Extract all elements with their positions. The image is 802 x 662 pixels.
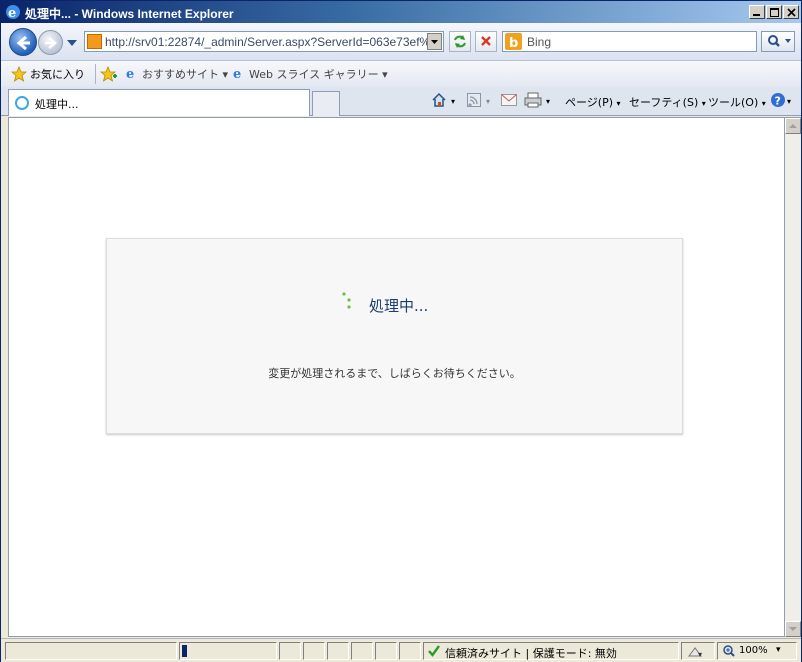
ie-window: e 処理中... - Windows Internet Explorer htt… [0,0,802,662]
processing-panel: 処理中... 変更が処理されるまで、しばらくお待ちください。 [106,238,683,434]
tools-menu-button[interactable]: ツール(O) ▾ [708,94,766,110]
status-pane [5,642,177,660]
home-dropdown-icon[interactable]: ▾ [451,97,455,106]
address-url[interactable]: http://srv01:22874/_admin/Server.aspx?Se… [105,35,427,49]
page-menu-button[interactable]: ページ(P) ▾ [565,94,621,110]
search-button[interactable] [761,31,795,52]
minimize-icon [753,14,760,16]
back-arrow-icon [16,35,30,51]
processing-message: 変更が処理されるまで、しばらくお待ちください。 [268,367,521,380]
svg-text:e: e [8,6,16,20]
status-pane [279,642,301,660]
stop-icon [481,36,491,46]
navigation-bar: http://srv01:22874/_admin/Server.aspx?Se… [1,23,801,61]
security-zone-text: 信頼済みサイト | 保護モード: 無効 [445,647,617,660]
minimize-button[interactable] [749,5,765,19]
refresh-icon [454,35,466,48]
zoom-level[interactable]: 100% [739,645,768,656]
svg-text:e: e [126,67,134,80]
svg-text:▾: ▾ [698,650,702,658]
processing-spinner-icon [342,292,351,309]
recent-pages-dropdown-icon[interactable] [67,40,77,46]
favorites-bar: お気に入り e おすすめサイト ▾ e Web スライス ギャラリー ▾ [1,61,801,87]
safety-menu-button[interactable]: セーフティ(S) ▾ [629,94,706,110]
zone-settings-icon[interactable]: ▾ [687,645,703,658]
scroll-up-button[interactable] [785,118,801,134]
scroll-down-arrow-icon [789,627,797,631]
title-bar: e 処理中... - Windows Internet Explorer [1,1,801,23]
bing-icon: b [505,33,522,51]
search-icon [768,35,791,47]
ie-page-icon: e [126,67,134,80]
status-pane [303,642,325,660]
print-dropdown-icon[interactable]: ▾ [546,97,550,106]
loading-icon [15,96,29,110]
print-icon[interactable] [524,92,542,108]
address-bar[interactable]: http://srv01:22874/_admin/Server.aspx?Se… [84,31,444,52]
svg-text:e: e [233,67,241,80]
status-pane [351,642,373,660]
forward-arrow-icon [45,37,58,49]
scroll-down-button[interactable] [785,621,801,637]
progress-bar [182,645,187,657]
tab-label: 処理中... [35,98,79,111]
help-icon[interactable]: ? [770,92,786,108]
chevron-down-icon [431,40,438,44]
maximize-icon [770,8,779,17]
zoom-icon [723,645,735,657]
new-tab-button[interactable] [312,91,340,116]
zoom-dropdown-icon[interactable]: ▾ [776,645,781,655]
add-favorites-icon[interactable] [100,66,118,82]
favorites-item-suggested-sites[interactable]: おすすめサイト ▾ [142,66,228,82]
feeds-dropdown-icon[interactable]: ▾ [486,97,490,106]
address-dropdown-button[interactable] [427,33,442,50]
refresh-button[interactable] [449,31,471,52]
help-dropdown-icon[interactable]: ▾ [787,97,791,106]
stop-button[interactable] [475,31,497,52]
checkmark-icon [428,645,440,657]
svg-text:?: ? [775,95,781,108]
mail-icon[interactable] [501,94,517,106]
scroll-up-arrow-icon [789,124,797,128]
favorites-item-web-slice-gallery[interactable]: Web スライス ギャラリー ▾ [249,66,388,82]
maximize-button[interactable] [766,5,782,19]
page-content: 処理中... 変更が処理されるまで、しばらくお待ちください。 [8,117,785,637]
status-pane [399,642,421,660]
forward-button[interactable] [38,30,63,55]
favorites-star-icon [11,66,27,82]
progress-pane [179,642,277,660]
processing-title: 処理中... [369,297,429,315]
search-placeholder: Bing [527,35,552,49]
status-pane [327,642,349,660]
tab-bar: 処理中... ▾ ▾ ▾ ページ(P) ▾ セーフティ(S) ▾ ツール(O) … [1,87,801,116]
ie-page-icon: e [233,67,241,80]
svg-text:b: b [509,36,518,50]
home-icon[interactable] [431,92,447,108]
favorites-separator [95,64,96,84]
status-bar: 信頼済みサイト | 保護モード: 無効 ▾ 100% ▾ [1,638,801,662]
window-title: 処理中... - Windows Internet Explorer [25,7,234,21]
feeds-icon[interactable] [467,93,481,107]
tab-processing[interactable]: 処理中... [8,89,310,116]
site-favicon-icon [87,34,102,49]
back-button[interactable] [9,28,37,56]
search-box[interactable]: b Bing [502,31,757,52]
close-window-button[interactable] [783,5,799,19]
ie-logo-icon: e [6,5,20,20]
favorites-button[interactable]: お気に入り [30,66,85,82]
vertical-scrollbar[interactable] [785,117,801,637]
close-icon [787,8,796,17]
status-pane [375,642,397,660]
